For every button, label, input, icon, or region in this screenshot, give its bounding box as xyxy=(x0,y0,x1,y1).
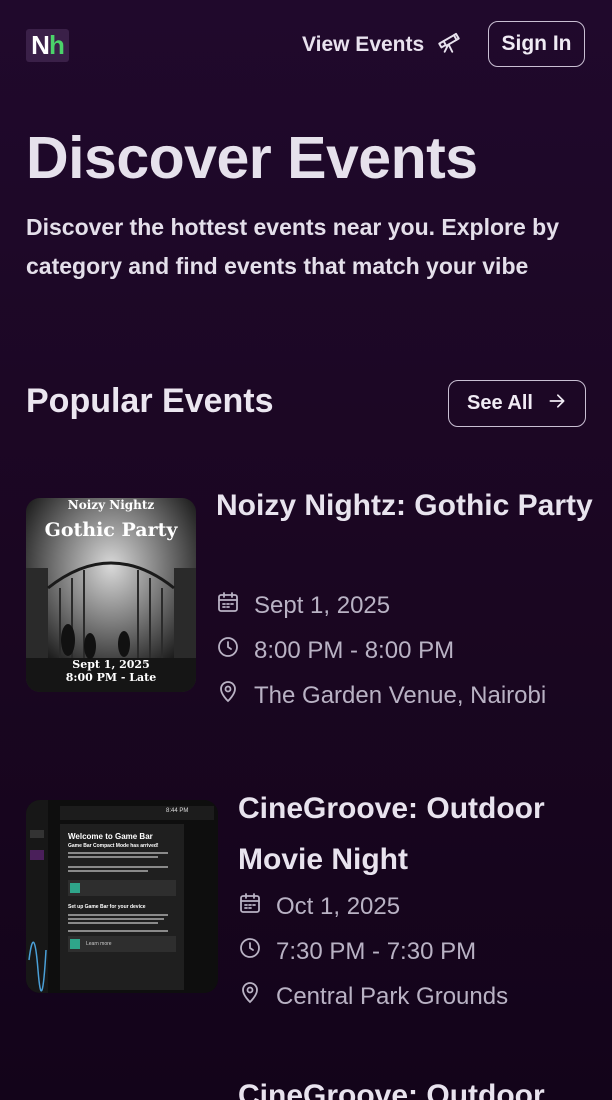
telescope-icon xyxy=(436,29,462,61)
event-date: Sept 1, 2025 xyxy=(216,590,390,621)
logo[interactable]: Nh xyxy=(26,29,69,62)
page-title: Discover Events xyxy=(26,125,478,191)
calendar-icon xyxy=(238,891,262,922)
view-events-link[interactable]: View Events xyxy=(302,32,462,58)
poster-top-text: Noizy Nightz xyxy=(67,498,155,512)
event-poster-1[interactable]: Noizy Nightz Gothic Party Sept 1, 2025 8… xyxy=(26,498,196,692)
event-title[interactable]: CineGroove: Outdoor Movie Night xyxy=(238,783,608,885)
event-card-1[interactable]: Noizy Nightz Gothic Party Sept 1, 2025 8… xyxy=(26,489,606,711)
event-card-2[interactable]: 8:44 PM Welcome to Game Bar Game Bar Com… xyxy=(26,792,606,1012)
event-date-text: Sept 1, 2025 xyxy=(254,591,391,619)
event-venue-text: The Garden Venue, Nairobi xyxy=(254,681,547,709)
event-card-3[interactable]: CineGroove: Outdoor xyxy=(26,1080,606,1100)
sign-in-button[interactable]: Sign In xyxy=(488,21,585,67)
event-time-text: 8:00 PM - 8:00 PM xyxy=(254,636,455,664)
top-nav: Nh View Events Sign In xyxy=(0,0,612,90)
calendar-icon xyxy=(216,590,240,621)
map-pin-icon xyxy=(216,680,240,711)
event-title[interactable]: Noizy Nightz: Gothic Party xyxy=(216,480,596,531)
clock-icon xyxy=(216,635,240,666)
view-events-label: View Events xyxy=(302,33,425,56)
poster-headline: Gothic Party xyxy=(44,519,178,541)
poster-time-line: 8:00 PM - Late xyxy=(65,671,157,684)
panel-section: Set up Game Bar for your device xyxy=(68,904,146,910)
poster-date-line: Sept 1, 2025 xyxy=(72,658,150,671)
event-time: 7:30 PM - 7:30 PM xyxy=(238,936,476,967)
event-time-text: 7:30 PM - 7:30 PM xyxy=(276,937,477,965)
event-venue: Central Park Grounds xyxy=(238,981,508,1012)
panel-subheading: Game Bar Compact Mode has arrived! xyxy=(68,843,159,849)
panel-link: Learn more xyxy=(86,941,112,947)
arrow-right-icon xyxy=(547,391,567,417)
map-pin-icon xyxy=(238,981,262,1012)
page-subtitle: Discover the hottest events near you. Ex… xyxy=(26,214,559,279)
panel-heading: Welcome to Game Bar xyxy=(68,832,153,841)
see-all-label: See All xyxy=(467,392,533,414)
see-all-button[interactable]: See All xyxy=(448,380,586,427)
event-title[interactable]: CineGroove: Outdoor xyxy=(238,1080,606,1100)
event-date-text: Oct 1, 2025 xyxy=(276,892,401,920)
panel-time: 8:44 PM xyxy=(166,808,189,814)
event-venue-text: Central Park Grounds xyxy=(276,982,509,1010)
event-poster-2[interactable]: 8:44 PM Welcome to Game Bar Game Bar Com… xyxy=(26,800,218,993)
logo-letter-h: h xyxy=(48,30,65,60)
clock-icon xyxy=(238,936,262,967)
event-time: 8:00 PM - 8:00 PM xyxy=(216,635,454,666)
popular-events-heading: Popular Events xyxy=(26,382,274,420)
event-venue: The Garden Venue, Nairobi xyxy=(216,680,546,711)
event-date: Oct 1, 2025 xyxy=(238,891,400,922)
logo-letter-n: N xyxy=(31,30,50,60)
